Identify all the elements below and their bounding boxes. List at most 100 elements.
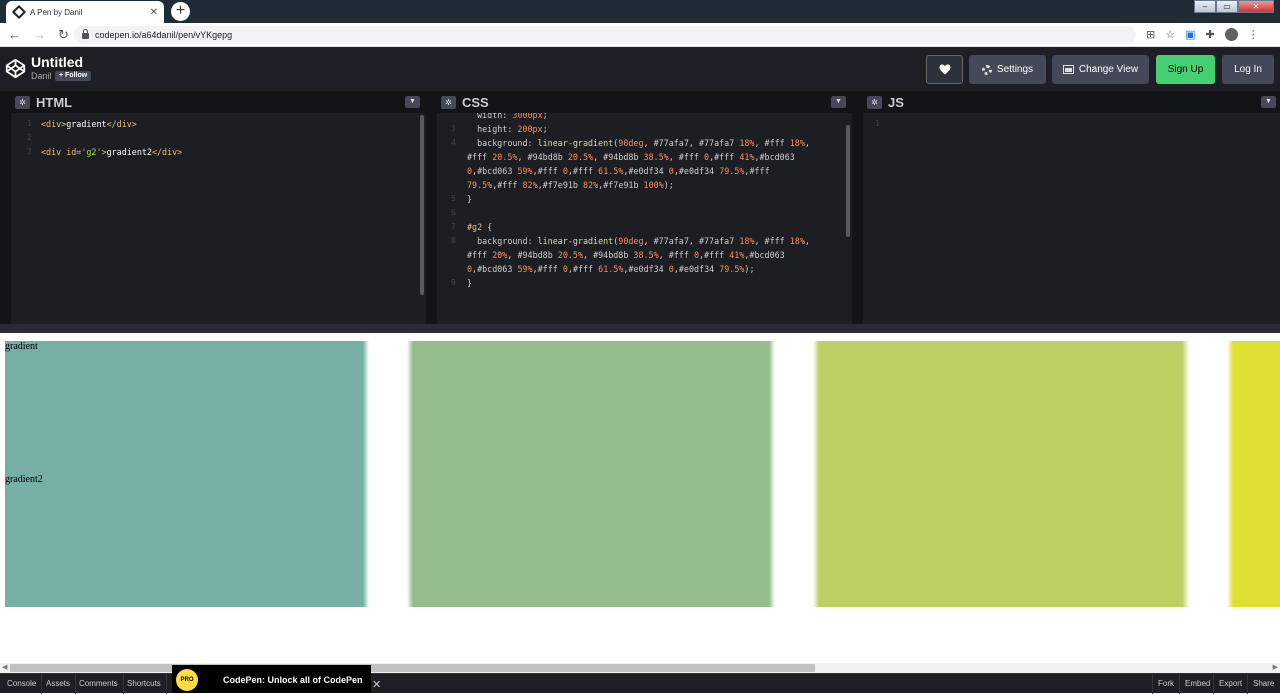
url-text: codepen.io/a64danil/pen/vYKgepg — [95, 30, 233, 40]
html-settings-gear-icon[interactable]: ✲ — [15, 96, 30, 109]
window-controls: – ▭ ✕ — [1194, 0, 1274, 13]
bookmark-star-icon[interactable]: ☆ — [1165, 28, 1175, 42]
codepen-logo-icon[interactable] — [5, 58, 26, 79]
line-number: 8 — [451, 236, 456, 245]
profile-avatar-icon[interactable] — [1224, 28, 1238, 41]
css-code-line: #fff 20.5%, #94bd8b 20.5%, #94bd8b 38.5%… — [467, 152, 795, 162]
line-number: 4 — [451, 138, 456, 147]
js-editor: ✲ JS ▼ 1 — [863, 91, 1280, 324]
css-code-line: width: 3000px; — [467, 113, 548, 120]
html-editor-title: HTML — [36, 95, 73, 110]
comments-button[interactable]: Comments — [74, 674, 124, 694]
layout-icon — [1062, 65, 1074, 74]
translate-icon[interactable]: ⊞ — [1146, 28, 1155, 42]
css-code-line: 0,#bcd063 59%,#fff 0,#fff 61.5%,#e0df34 … — [467, 166, 770, 176]
more-menu-icon[interactable]: ⋮ — [1248, 28, 1259, 42]
line-number: 7 — [451, 222, 456, 231]
heart-button[interactable] — [926, 55, 963, 84]
settings-button[interactable]: Settings — [969, 55, 1046, 84]
pro-close-icon[interactable]: ✕ — [372, 678, 381, 691]
pen-author[interactable]: Danil — [31, 71, 52, 81]
tab-close-icon[interactable]: ✕ — [150, 7, 158, 18]
line-number: 1 — [875, 119, 880, 128]
reload-icon[interactable]: ↻ — [58, 27, 69, 43]
css-code-line: height: 200px; — [467, 124, 548, 134]
log-in-button[interactable]: Log In — [1222, 55, 1274, 84]
new-tab-button[interactable]: + — [171, 2, 190, 21]
line-number: 9 — [451, 278, 456, 287]
fork-button[interactable]: Fork — [1152, 674, 1179, 694]
address-bar-row: ← → ↻ codepen.io/a64danil/pen/vYKgepg ⊞ … — [0, 23, 1280, 47]
minimize-button[interactable]: – — [1194, 0, 1216, 13]
css-code-line: 79.5%,#fff 82%,#f7e91b 82%,#f7e91b 100%)… — [467, 180, 674, 190]
codepen-favicon-icon — [11, 4, 27, 20]
extension-icon[interactable]: ▣ — [1185, 28, 1195, 42]
lock-icon — [82, 29, 89, 39]
pen-title[interactable]: Untitled — [31, 54, 83, 70]
html-collapse-chevron-icon[interactable]: ▼ — [405, 96, 420, 108]
css-collapse-chevron-icon[interactable]: ▼ — [831, 96, 846, 108]
code-token: <div> — [41, 119, 67, 129]
maximize-button[interactable]: ▭ — [1216, 0, 1238, 13]
css-code-line: } — [467, 278, 473, 288]
back-arrow-icon[interactable]: ← — [8, 27, 21, 43]
js-settings-gear-icon[interactable]: ✲ — [867, 96, 882, 109]
js-collapse-chevron-icon[interactable]: ▼ — [1261, 96, 1276, 108]
pro-promo-text[interactable]: CodePen: Unlock all of CodePen — [223, 675, 363, 685]
css-editor: ✲ CSS ▼ width: 3000px; 3 height: 200px; 4 … — [437, 91, 852, 324]
html-code-area[interactable]: 1 2 3 <div>gradient</div> <div id='g2'>g… — [11, 113, 426, 324]
browser-toolbar-icons: ⊞ ☆ ▣ ✚ ⋮ — [1146, 28, 1259, 42]
browser-tab-strip: A Pen by Danil ✕ + – ▭ ✕ — [0, 0, 1280, 23]
heart-icon — [939, 64, 950, 75]
export-button[interactable]: Export — [1213, 674, 1247, 694]
line-number: 1 — [27, 119, 32, 128]
url-field[interactable]: codepen.io/a64danil/pen/vYKgepg — [74, 26, 1136, 44]
pro-badge: PRO — [176, 669, 198, 691]
nav-buttons: ← → ↻ — [8, 27, 69, 43]
settings-label: Settings — [996, 64, 1034, 75]
css-code-line: background: linear-gradient(90deg, #77af… — [467, 138, 810, 148]
result-preview: gradient gradient2 — [0, 333, 1280, 663]
code-token: 'g2' — [81, 147, 102, 157]
editor-preview-resizer[interactable] — [0, 324, 1280, 333]
line-number: 3 — [451, 124, 456, 133]
css-editor-scrollbar[interactable] — [846, 125, 850, 237]
sign-up-button[interactable]: Sign Up — [1156, 55, 1215, 84]
embed-button[interactable]: Embed — [1179, 674, 1215, 694]
forward-arrow-icon[interactable]: → — [33, 27, 46, 43]
scroll-left-arrow-icon[interactable]: ◀ — [2, 663, 7, 673]
js-code-area[interactable]: 1 — [863, 113, 1280, 324]
line-number: 5 — [451, 194, 456, 203]
window-close-button[interactable]: ✕ — [1238, 0, 1274, 13]
gear-icon — [981, 64, 992, 75]
preview-text-gradient2: gradient2 — [5, 474, 43, 485]
follow-button[interactable]: + Follow — [55, 71, 92, 81]
line-number: 3 — [27, 147, 32, 156]
console-button[interactable]: Console — [2, 674, 43, 694]
html-editor-scrollbar[interactable] — [420, 115, 424, 295]
css-code-line: } — [467, 194, 473, 204]
html-editor: ✲ HTML ▼ 1 2 3 <div>gradient</div> <div … — [11, 91, 426, 324]
js-editor-header: ✲ JS ▼ — [863, 91, 1280, 113]
line-number: 6 — [451, 208, 456, 217]
scrollbar-thumb[interactable] — [10, 664, 815, 672]
scroll-right-arrow-icon[interactable]: ▶ — [1273, 663, 1278, 673]
css-settings-gear-icon[interactable]: ✲ — [441, 96, 456, 109]
assets-button[interactable]: Assets — [41, 674, 77, 694]
change-view-button[interactable]: Change View — [1052, 55, 1149, 84]
share-button[interactable]: Share — [1247, 674, 1279, 694]
code-token: gradient2 — [106, 147, 152, 157]
code-token: <div id= — [41, 147, 82, 157]
code-token: </div> — [106, 119, 137, 129]
html-code-line-3: <div id='g2'>gradient2</div> — [41, 145, 182, 159]
browser-tab[interactable]: A Pen by Danil ✕ — [6, 1, 164, 23]
css-code-line: #g2 { — [467, 222, 493, 232]
css-code-area[interactable]: width: 3000px; 3 height: 200px; 4 backgrou… — [437, 113, 852, 324]
shortcuts-button[interactable]: Shortcuts — [122, 674, 167, 694]
puzzle-icon[interactable]: ✚ — [1206, 28, 1215, 42]
css-editor-header: ✲ CSS ▼ — [437, 91, 852, 113]
gradient-stripes — [5, 341, 1280, 607]
html-editor-header: ✲ HTML ▼ — [11, 91, 426, 113]
css-code-line: #fff 20%, #94bd8b 20.5%, #94bd8b 38.5%, … — [467, 250, 785, 260]
line-number: 2 — [27, 133, 32, 142]
